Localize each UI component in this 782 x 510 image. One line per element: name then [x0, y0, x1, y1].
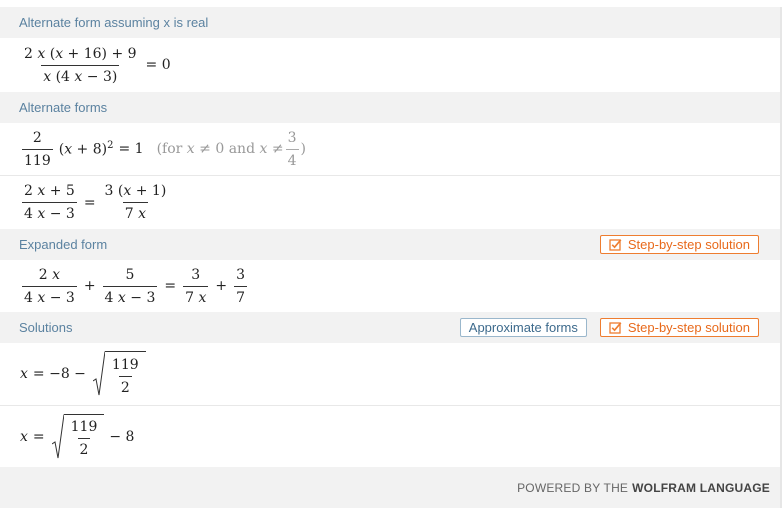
- condition-note: (for x ≠ 0 and x ≠ 3 4): [156, 129, 306, 169]
- subpod-expanded: 2 x4 x − 3 + 54 x − 3 = 37 x + 37: [0, 260, 780, 312]
- pod-header-solutions: Solutions Approximate forms Step-by-step…: [0, 312, 780, 343]
- math-expression: 2 x4 x − 3 + 54 x − 3 = 37 x + 37: [22, 266, 248, 306]
- pod-title: Solutions: [19, 320, 73, 335]
- results-panel: Alternate form assuming x is real 2 x (x…: [0, 7, 782, 508]
- step-by-step-button-expanded[interactable]: Step-by-step solution: [599, 235, 759, 254]
- pod-title: Alternate form assuming x is real: [19, 15, 209, 30]
- subpod-alternate-form-2: 2 x + 54 x − 3 = 3 (x + 1) 7 x: [0, 175, 780, 229]
- checklist-icon: [609, 322, 622, 334]
- subpod-alternate-form-1: 2 119 (x + 8)2 = 1 (for x ≠ 0 and x ≠ 3 4): [0, 123, 780, 175]
- pod-header-expanded: Expanded form Step-by-step solution: [0, 229, 780, 260]
- subpod-solution-1: x = −8 − 119 2: [0, 343, 780, 405]
- pod-title: Alternate forms: [19, 100, 108, 115]
- subpod-alternate-real: 2 x (x + 16) + 9 x (4 x − 3) = 0: [0, 38, 780, 92]
- approximate-forms-button[interactable]: Approximate forms: [459, 318, 587, 337]
- step-by-step-button-solutions[interactable]: Step-by-step solution: [599, 318, 759, 337]
- pod-header-alternate-real: Alternate form assuming x is real: [0, 7, 780, 38]
- pod-title: Expanded form: [19, 237, 108, 252]
- math-expression: 2 x + 54 x − 3 = 3 (x + 1) 7 x: [22, 183, 167, 222]
- checklist-icon: [609, 239, 622, 251]
- square-root: 119 2: [92, 351, 146, 397]
- math-expression: x = −8 − 119 2: [20, 351, 146, 397]
- wolfram-language-brand: WOLFRAM LANGUAGE: [632, 481, 770, 495]
- pod-header-alternate-forms: Alternate forms: [0, 92, 780, 123]
- powered-by-footer: POWERED BY THE WOLFRAM LANGUAGE: [517, 481, 770, 495]
- math-expression: x = 119 2 − 8: [20, 413, 139, 460]
- math-expression: 2 119 (x + 8)2 = 1 (for x ≠ 0 and x ≠ 3 4): [22, 129, 306, 169]
- math-expression: 2 x (x + 16) + 9 x (4 x − 3) = 0: [24, 45, 171, 85]
- subpod-solution-2: x = 119 2 − 8: [0, 405, 780, 467]
- square-root: 119 2: [51, 413, 105, 460]
